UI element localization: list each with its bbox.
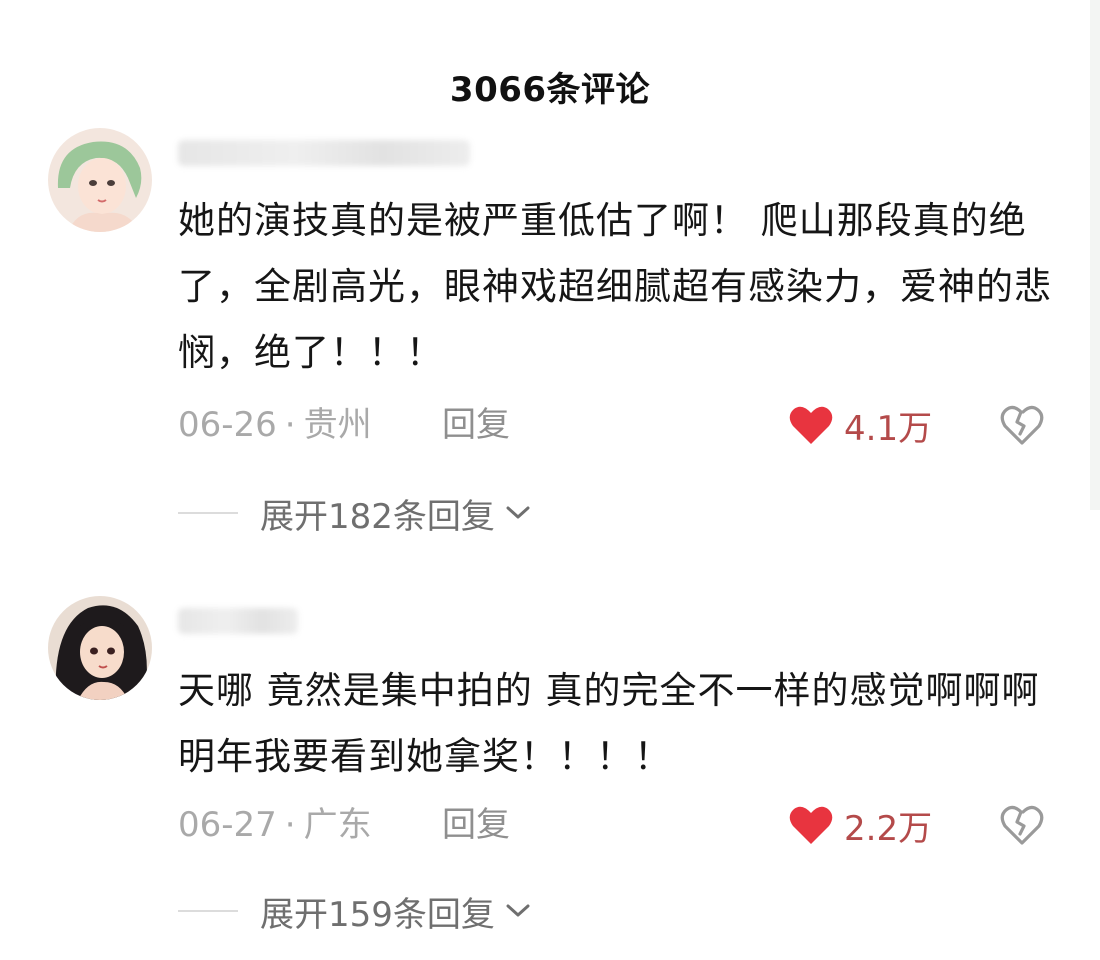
divider-line xyxy=(178,512,238,514)
expand-replies-button[interactable]: 展开159条回复 xyxy=(178,886,531,936)
heart-icon xyxy=(789,406,833,444)
username-blurred[interactable] xyxy=(178,140,470,166)
chevron-down-icon xyxy=(506,506,530,519)
comment-date: 06-26 xyxy=(178,405,277,445)
broken-heart-icon[interactable] xyxy=(1000,804,1044,846)
divider-line xyxy=(178,910,238,912)
reply-button[interactable]: 回复 xyxy=(442,800,510,850)
like-count: 2.2万 xyxy=(844,808,933,849)
comment-count-title: 3066条评论 xyxy=(449,70,651,110)
heart-icon xyxy=(789,806,833,844)
username-blurred[interactable] xyxy=(178,608,298,634)
comment-meta: 06-27 · 广东 xyxy=(178,800,372,850)
expand-replies-label: 展开182条回复 xyxy=(260,496,495,537)
avatar[interactable] xyxy=(48,128,152,232)
comment-meta: 06-26 · 贵州 xyxy=(178,400,372,450)
comment-text: 她的演技真的是被严重低估了啊！ 爬山那段真的绝了，全剧高光，眼神戏超细腻超有感染… xyxy=(178,199,1052,374)
chevron-down-icon xyxy=(506,904,530,917)
avatar[interactable] xyxy=(48,596,152,700)
comment-location: 贵州 xyxy=(303,405,372,445)
like-button[interactable]: 4.1万 xyxy=(788,400,932,450)
comment-date: 06-27 xyxy=(178,805,277,845)
comment-location: 广东 xyxy=(303,805,372,845)
like-button[interactable]: 2.2万 xyxy=(788,800,932,850)
comment-text: 天哪 竟然是集中拍的 真的完全不一样的感觉啊啊啊 明年我要看到她拿奖！！！！ xyxy=(178,669,1040,778)
like-count: 4.1万 xyxy=(844,408,933,449)
broken-heart-icon[interactable] xyxy=(1000,404,1044,446)
expand-replies-label: 展开159条回复 xyxy=(260,894,495,935)
expand-replies-button[interactable]: 展开182条回复 xyxy=(178,488,531,538)
meta-separator: · xyxy=(284,805,296,845)
reply-button[interactable]: 回复 xyxy=(442,400,510,450)
meta-separator: · xyxy=(284,405,296,445)
